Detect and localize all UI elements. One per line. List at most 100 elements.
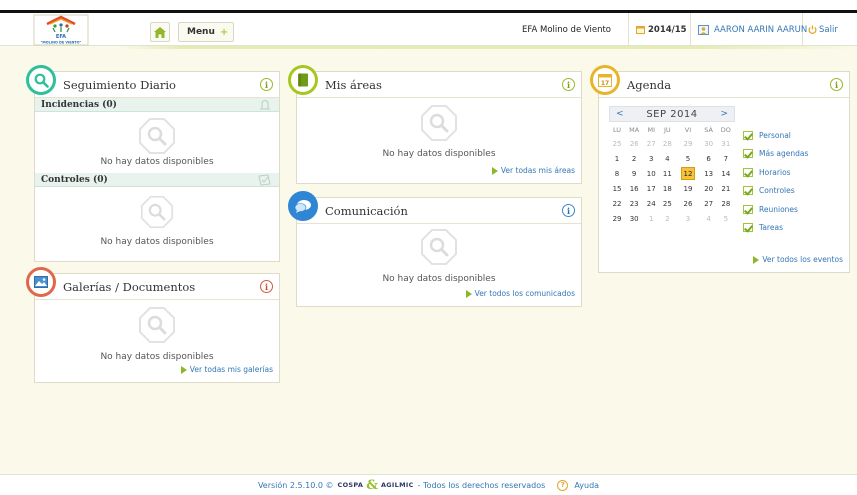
info-icon[interactable]: i [260, 78, 273, 91]
menu-button[interactable]: Menu + [178, 22, 234, 42]
calendar-day[interactable]: 14 [717, 166, 735, 181]
filter-label: Reuniones [759, 204, 798, 214]
calendar-day[interactable]: 9 [625, 166, 643, 181]
agenda-filter-item[interactable]: Más agendas [743, 145, 808, 164]
calendar-day[interactable]: 3 [643, 151, 659, 166]
agenda-filter-item[interactable]: Horarios [743, 163, 808, 182]
calendar-day[interactable]: 4 [701, 211, 717, 226]
calendar-header: < SEP 2014 > [609, 106, 735, 122]
checkbox-checked-icon[interactable] [743, 204, 753, 214]
calendar-day[interactable]: 27 [643, 136, 659, 151]
weekday-label: VI [684, 126, 692, 134]
info-icon[interactable]: i [562, 204, 575, 217]
checkbox-checked-icon[interactable] [743, 130, 753, 140]
book-icon [288, 65, 318, 95]
calendar-day[interactable]: 27 [701, 196, 717, 211]
agenda-filter-item[interactable]: Controles [743, 182, 808, 201]
panel-title: Comunicación [325, 204, 408, 218]
calendar-day[interactable]: 30 [701, 136, 717, 151]
calendar-day[interactable]: 25 [609, 136, 625, 151]
comunicacion-empty-state: No hay datos disponibles [297, 224, 581, 290]
checkbox-checked-icon[interactable] [743, 149, 753, 159]
calendar-day[interactable]: 18 [659, 181, 675, 196]
calendar-day[interactable]: 6 [701, 151, 717, 166]
empty-message: No hay datos disponibles [100, 157, 214, 167]
calendar-day[interactable]: 2 [625, 151, 643, 166]
checkbox-checked-icon[interactable] [743, 167, 753, 177]
calendar-day[interactable]: 20 [701, 181, 717, 196]
calendar-day[interactable]: 15 [609, 181, 625, 196]
calendar-day[interactable]: 29 [675, 136, 700, 151]
calendar-day[interactable]: 2 [659, 211, 675, 226]
ver-areas-link[interactable]: Ver todas mis áreas [491, 166, 575, 175]
logout-button[interactable]: Salir [808, 13, 838, 46]
ver-eventos-link[interactable]: Ver todos los eventos [753, 255, 843, 264]
ver-galerias-link[interactable]: Ver todas mis galerías [180, 365, 273, 374]
calendar-day[interactable]: 28 [717, 196, 735, 211]
calendar-week: 29 30 1 2 3 4 5 [609, 211, 735, 226]
calendar-day[interactable]: 10 [643, 166, 659, 181]
info-icon[interactable]: i [260, 280, 273, 293]
calendar-day-today[interactable]: 12 [675, 166, 700, 181]
calendar-month: SEP 2014 [646, 108, 698, 120]
header-accent-bar [0, 46, 857, 49]
panel-title: Mis áreas [325, 78, 382, 92]
calendar-day[interactable]: 21 [717, 181, 735, 196]
calendar-day[interactable]: 11 [659, 166, 675, 181]
calendar-day[interactable]: 23 [625, 196, 643, 211]
calendar-day[interactable]: 5 [675, 151, 700, 166]
next-month-button[interactable]: > [720, 109, 728, 119]
weekday-label: MA [629, 126, 640, 134]
controles-header[interactable]: Controles (0) [35, 173, 279, 187]
calendar-day[interactable]: 1 [643, 211, 659, 226]
info-icon[interactable]: i [830, 78, 843, 91]
panel-header: 17 Agenda i [590, 65, 849, 98]
calendar-day[interactable]: 24 [643, 196, 659, 211]
calendar-day[interactable]: 3 [675, 211, 700, 226]
calendar-day[interactable]: 30 [625, 211, 643, 226]
prev-month-button[interactable]: < [616, 109, 624, 119]
calendar-day[interactable]: 17 [643, 181, 659, 196]
incidencias-header[interactable]: Incidencias (0) [35, 98, 279, 112]
calendar-day[interactable]: 25 [659, 196, 675, 211]
logo-text: EFA [56, 34, 66, 40]
panel-title: Agenda [627, 78, 672, 92]
ver-comunicados-link[interactable]: Ver todos los comunicados [465, 289, 575, 298]
no-data-icon [140, 195, 174, 229]
checkbox-checked-icon[interactable] [743, 186, 753, 196]
agenda-filter-item[interactable]: Reuniones [743, 200, 808, 219]
calendar-day[interactable]: 4 [659, 151, 675, 166]
school-year-selector[interactable]: 2014/15 [636, 13, 687, 46]
calendar-day[interactable]: 28 [659, 136, 675, 151]
calendar-day[interactable]: 8 [609, 166, 625, 181]
calendar-day[interactable]: 5 [717, 211, 735, 226]
empty-message: No hay datos disponibles [382, 149, 496, 159]
help-link[interactable]: Ayuda [574, 481, 599, 490]
calendar-day[interactable]: 26 [675, 196, 700, 211]
areas-panel: Mis áreas i No hay datos disponibles Ver… [288, 65, 582, 184]
agenda-filter-item[interactable]: Personal [743, 126, 808, 145]
calendar-day[interactable]: 19 [675, 181, 700, 196]
agilmic-logo: AGILMIC [380, 481, 414, 489]
calendar-day[interactable]: 13 [701, 166, 717, 181]
calendar-day[interactable]: 1 [609, 151, 625, 166]
calendar-day[interactable]: 31 [717, 136, 735, 151]
info-icon[interactable]: i [562, 78, 575, 91]
agenda-filter-item[interactable]: Tareas [743, 219, 808, 238]
header-separator [628, 13, 629, 46]
bell-icon [259, 99, 271, 110]
calendar-day[interactable]: 16 [625, 181, 643, 196]
calendar-day[interactable]: 7 [717, 151, 735, 166]
school-logo[interactable]: EFA "MOLINO DE VIENTO" [33, 14, 89, 46]
calendar-day[interactable]: 22 [609, 196, 625, 211]
no-data-icon [421, 105, 457, 141]
calendar-day[interactable]: 26 [625, 136, 643, 151]
help-icon[interactable]: ? [557, 479, 569, 491]
logo-subtext: "MOLINO DE VIENTO" [41, 41, 82, 45]
home-button[interactable] [150, 22, 170, 42]
checkbox-checked-icon[interactable] [743, 223, 753, 233]
user-profile-link[interactable]: AARON AARIN AARUN [698, 13, 807, 46]
school-year: 2014/15 [648, 24, 687, 35]
weekday-label: SÁ [704, 126, 713, 134]
calendar-day[interactable]: 29 [609, 211, 625, 226]
